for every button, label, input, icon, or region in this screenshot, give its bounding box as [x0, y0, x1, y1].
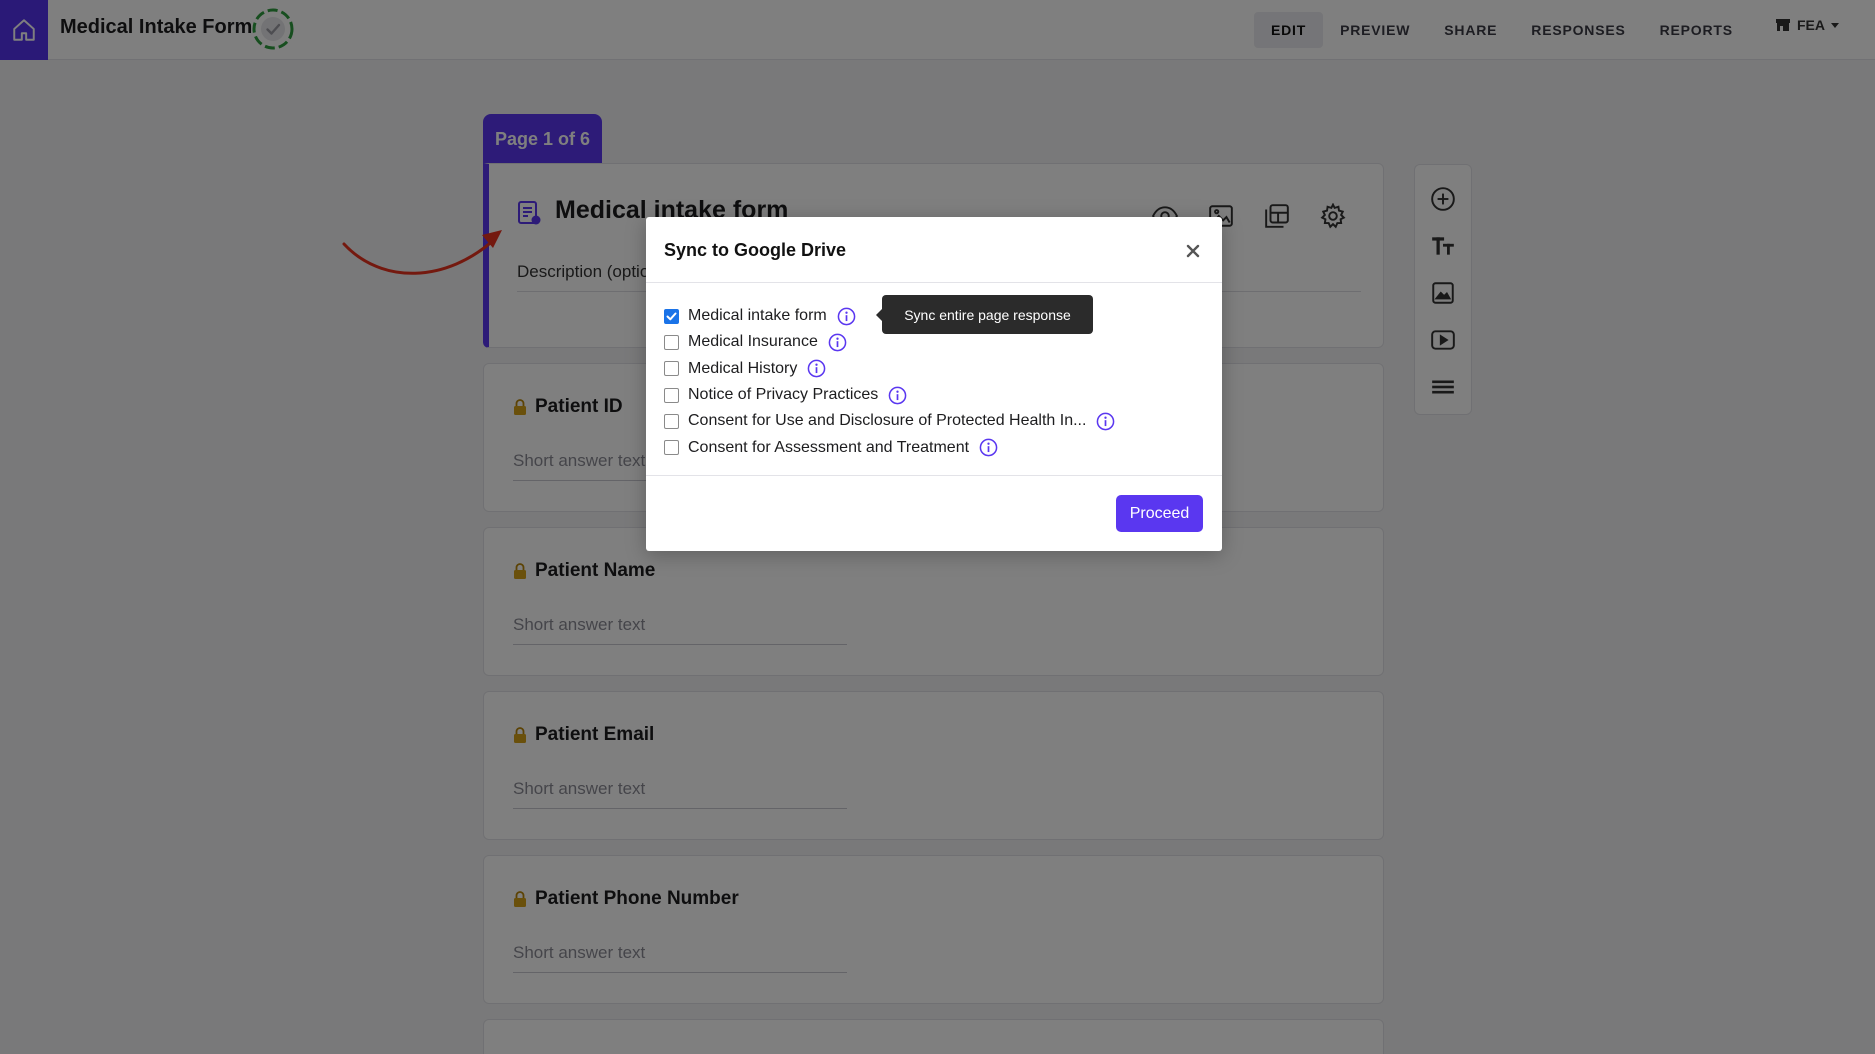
checkbox-checked[interactable] — [664, 308, 679, 324]
checkbox[interactable] — [664, 387, 679, 403]
divider — [646, 475, 1222, 476]
option-label: Consent for Use and Disclosure of Protec… — [688, 412, 1087, 430]
option-label: Notice of Privacy Practices — [688, 386, 879, 404]
info-icon[interactable] — [979, 438, 998, 457]
sync-google-drive-dialog: Sync to Google Drive Medical intake form… — [646, 217, 1222, 551]
checkbox[interactable] — [664, 334, 679, 350]
proceed-button[interactable]: Proceed — [1116, 495, 1203, 532]
sync-option[interactable]: Consent for Use and Disclosure of Protec… — [664, 408, 1115, 434]
close-button[interactable] — [1183, 241, 1203, 261]
info-icon[interactable] — [828, 333, 847, 352]
option-label: Medical History — [688, 359, 798, 377]
divider — [646, 282, 1222, 283]
check-icon — [666, 312, 677, 320]
dialog-title: Sync to Google Drive — [664, 240, 847, 260]
close-icon — [1186, 244, 1200, 258]
checkbox[interactable] — [664, 440, 679, 456]
checkbox[interactable] — [664, 361, 679, 377]
sync-option[interactable]: Medical History — [664, 356, 1115, 382]
sync-option[interactable]: Consent for Assessment and Treatment — [664, 434, 1115, 460]
option-label: Medical Insurance — [688, 333, 818, 351]
info-icon[interactable] — [807, 359, 826, 378]
option-label: Medical intake form — [688, 307, 827, 325]
info-icon[interactable] — [1096, 412, 1115, 431]
checkbox[interactable] — [664, 413, 679, 429]
info-icon[interactable] — [888, 386, 907, 405]
info-icon[interactable] — [837, 307, 856, 326]
sync-option[interactable]: Notice of Privacy Practices — [664, 382, 1115, 408]
tooltip: Sync entire page response — [876, 295, 1093, 334]
option-label: Consent for Assessment and Treatment — [688, 438, 970, 456]
